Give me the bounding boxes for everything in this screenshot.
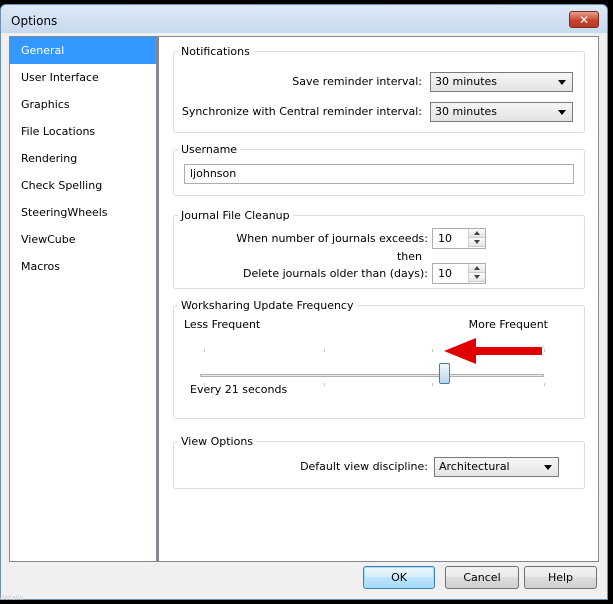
frequency-status-text: Every 21 seconds <box>190 383 288 396</box>
username-value: ljohnson <box>190 167 237 180</box>
journal-cleanup-group: Journal File Cleanup When number of jour… <box>173 209 585 289</box>
slider-tick <box>544 383 545 386</box>
sync-reminder-label: Synchronize with Central reminder interv… <box>181 105 422 118</box>
username-legend: Username <box>181 143 238 156</box>
save-reminder-label: Save reminder interval: <box>292 75 422 88</box>
dropdown-arrow-icon <box>558 80 566 85</box>
notifications-legend: Notifications <box>181 45 250 58</box>
slider-tick <box>204 349 205 352</box>
help-label: Help <box>547 571 574 584</box>
general-settings-panel: Notifications Save reminder interval: 30… <box>157 36 599 562</box>
frequency-slider-thumb[interactable] <box>438 363 450 384</box>
close-icon: ✕ <box>578 12 590 27</box>
slider-tick <box>324 349 325 352</box>
then-label: then <box>396 250 422 263</box>
view-options-legend: View Options <box>181 435 254 448</box>
delete-journals-label: Delete journals older than (days): <box>242 267 428 280</box>
stepper-up-icon[interactable] <box>469 229 485 238</box>
sidebar-item-user-interface[interactable]: User Interface <box>10 64 156 91</box>
red-arrow-shape <box>444 338 542 364</box>
delete-journals-value: 10 <box>438 267 452 280</box>
sidebar-item-file-locations[interactable]: File Locations <box>10 118 156 145</box>
more-frequent-label: More Frequent <box>468 318 548 331</box>
window-title: Options <box>11 14 58 28</box>
cancel-label: Cancel <box>463 571 501 584</box>
worksharing-legend: Worksharing Update Frequency <box>181 299 354 312</box>
ok-button[interactable]: OK <box>363 566 435 589</box>
sync-reminder-dropdown[interactable]: 30 minutes <box>430 102 573 122</box>
sidebar-item-rendering[interactable]: Rendering <box>10 145 156 172</box>
sidebar-item-graphics[interactable]: Graphics <box>10 91 156 118</box>
sync-reminder-value: 30 minutes <box>435 105 498 118</box>
help-button[interactable]: Help <box>524 566 597 589</box>
save-reminder-value: 30 minutes <box>435 75 498 88</box>
view-discipline-label: Default view discipline: <box>300 460 428 473</box>
close-button[interactable]: ✕ <box>569 11 599 28</box>
sidebar-item-steeringwheels[interactable]: SteeringWheels <box>10 199 156 226</box>
username-input[interactable]: ljohnson <box>184 164 574 184</box>
view-discipline-dropdown[interactable]: Architectural <box>434 457 559 477</box>
slider-tick <box>432 349 433 352</box>
view-discipline-value: Architectural <box>439 460 510 473</box>
cancel-button[interactable]: Cancel <box>445 566 519 589</box>
frequency-slider-track[interactable] <box>200 374 544 377</box>
dropdown-arrow-icon <box>558 110 566 115</box>
journal-cleanup-legend: Journal File Cleanup <box>181 209 290 222</box>
notifications-group: Notifications Save reminder interval: 30… <box>173 45 585 133</box>
worksharing-frequency-group: Worksharing Update Frequency Less Freque… <box>173 299 585 419</box>
sidebar-item-general[interactable]: General <box>10 37 156 64</box>
sidebar-item-viewcube[interactable]: ViewCube <box>10 226 156 253</box>
save-reminder-dropdown[interactable]: 30 minutes <box>430 72 573 92</box>
sidebar-item-macros[interactable]: Macros <box>10 253 156 280</box>
stepper-down-icon[interactable] <box>469 273 485 282</box>
journals-exceeds-value: 10 <box>438 232 452 245</box>
corner-text: details <box>0 594 24 602</box>
red-arrow-annotation <box>444 338 542 364</box>
view-options-group: View Options Default view discipline: Ar… <box>173 435 585 489</box>
options-dialog: Options ✕ General User Interface Graphic… <box>0 4 608 600</box>
journals-exceeds-stepper[interactable]: 10 <box>432 228 486 249</box>
slider-tick <box>324 383 325 386</box>
stepper-up-icon[interactable] <box>469 264 485 273</box>
stepper-down-icon[interactable] <box>469 238 485 247</box>
delete-journals-stepper[interactable]: 10 <box>432 263 486 284</box>
dialog-content: General User Interface Graphics File Loc… <box>5 33 603 595</box>
username-group: Username ljohnson <box>173 143 585 196</box>
slider-tick <box>432 383 433 386</box>
sidebar-item-check-spelling[interactable]: Check Spelling <box>10 172 156 199</box>
dropdown-arrow-icon <box>544 465 552 470</box>
ok-label: OK <box>391 571 407 584</box>
less-frequent-label: Less Frequent <box>184 318 261 331</box>
category-list: General User Interface Graphics File Loc… <box>9 36 157 562</box>
journals-exceeds-label: When number of journals exceeds: <box>236 232 428 245</box>
title-bar[interactable]: Options ✕ <box>1 5 607 33</box>
